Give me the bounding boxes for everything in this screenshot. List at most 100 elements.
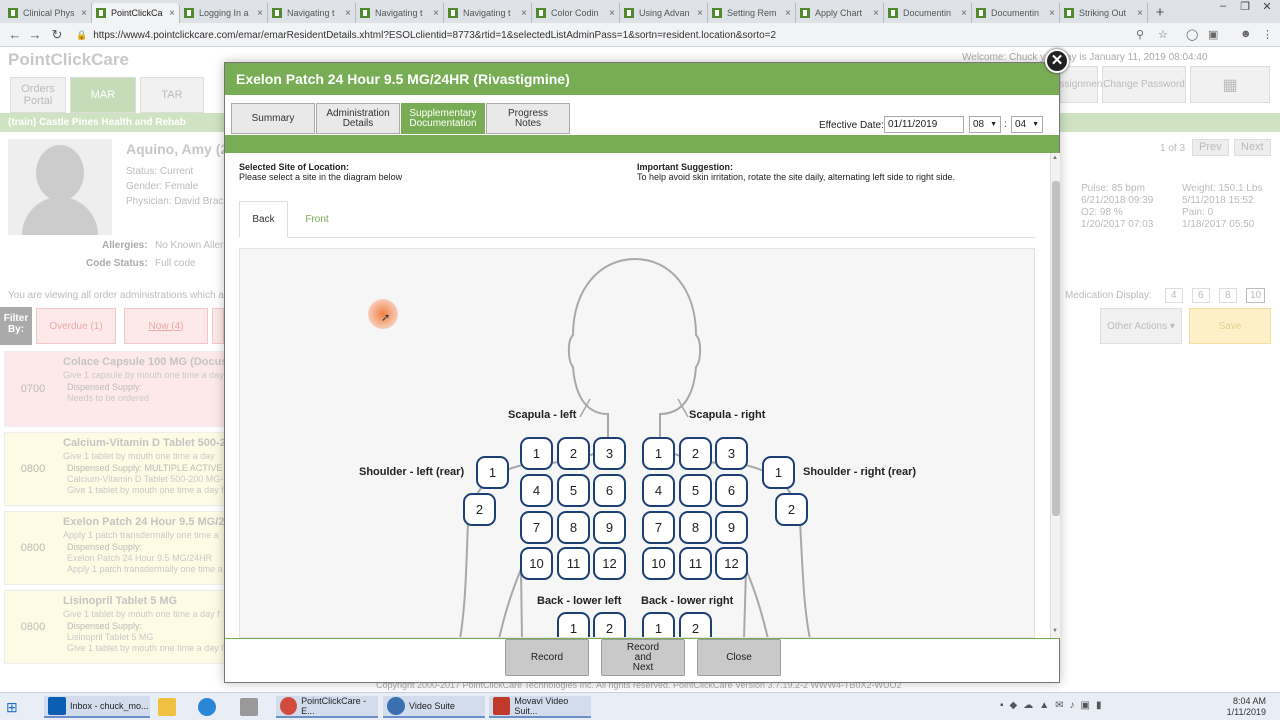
- tab-mar[interactable]: MAR: [70, 77, 136, 113]
- site-scapula-right-9[interactable]: 9: [715, 511, 748, 544]
- change-password-button[interactable]: Change Password: [1102, 66, 1186, 103]
- tab-back[interactable]: Back: [239, 201, 288, 238]
- scroll-thumb[interactable]: [1052, 181, 1060, 516]
- tab-close-icon[interactable]: ×: [873, 8, 879, 19]
- site-scapula-left-9[interactable]: 9: [593, 511, 626, 544]
- site-scapula-left-3[interactable]: 3: [593, 437, 626, 470]
- tab-close-icon[interactable]: ×: [345, 8, 351, 19]
- menu-dots-icon[interactable]: ⋮: [1262, 28, 1273, 41]
- site-scapula-right-6[interactable]: 6: [715, 474, 748, 507]
- site-shoulder-left-1[interactable]: 1: [476, 456, 509, 489]
- site-scapula-left-6[interactable]: 6: [593, 474, 626, 507]
- modal-close-icon[interactable]: ✕: [1045, 49, 1069, 73]
- system-tray-icons[interactable]: ▪◆☁▲✉♪▣▮: [1000, 700, 1107, 711]
- taskbar-movavi[interactable]: Movavi Video Suit...: [489, 696, 591, 718]
- minute-select[interactable]: 04 ▼: [1011, 116, 1043, 133]
- taskbar-app[interactable]: [236, 696, 262, 718]
- filter-button-partial[interactable]: [212, 308, 224, 344]
- hour-select[interactable]: 08 ▼: [969, 116, 1001, 133]
- med-row-colace[interactable]: 0700 Colace Capsule 100 MG (Docusate Giv…: [4, 351, 226, 427]
- browser-tab[interactable]: Documentin ×: [972, 3, 1060, 23]
- browser-tab[interactable]: Striking Out ×: [1060, 3, 1148, 23]
- other-actions-button[interactable]: Other Actions ▾: [1100, 308, 1182, 344]
- tab-close-icon[interactable]: ×: [433, 8, 439, 19]
- browser-tab[interactable]: Clinical Phys ×: [4, 3, 92, 23]
- site-lower-right-2[interactable]: 2: [679, 612, 712, 637]
- tab-front[interactable]: Front: [291, 201, 343, 238]
- new-tab-button[interactable]: +: [1148, 3, 1172, 23]
- reload-icon[interactable]: ↻: [46, 27, 68, 43]
- extension-icon[interactable]: ◯: [1186, 28, 1198, 41]
- zoom-icon[interactable]: ⚲: [1136, 28, 1144, 41]
- site-shoulder-left-2[interactable]: 2: [463, 493, 496, 526]
- tab-progress-notes[interactable]: Progress Notes: [486, 103, 570, 134]
- browser-tab[interactable]: Using Advan ×: [620, 3, 708, 23]
- help-button[interactable]: ▦: [1190, 66, 1270, 103]
- browser-tab[interactable]: Color Codin ×: [532, 3, 620, 23]
- tab-close-icon[interactable]: ×: [1049, 8, 1055, 19]
- site-scapula-left-11[interactable]: 11: [557, 547, 590, 580]
- site-shoulder-right-2[interactable]: 2: [775, 493, 808, 526]
- tab-orders-portal[interactable]: Orders Portal: [10, 77, 66, 113]
- browser-tab[interactable]: Navigating t ×: [268, 3, 356, 23]
- site-scapula-right-5[interactable]: 5: [679, 474, 712, 507]
- site-scapula-right-2[interactable]: 2: [679, 437, 712, 470]
- filter-overdue-button[interactable]: Overdue (1): [36, 308, 116, 344]
- effective-date-input[interactable]: 01/11/2019: [884, 116, 964, 133]
- browser-tab[interactable]: Setting Rem ×: [708, 3, 796, 23]
- tab-close-icon[interactable]: ×: [609, 8, 615, 19]
- taskbar-video-suite[interactable]: Video Suite: [383, 696, 485, 718]
- site-scapula-right-4[interactable]: 4: [642, 474, 675, 507]
- med-display-4[interactable]: 4: [1165, 288, 1183, 303]
- site-scapula-left-2[interactable]: 2: [557, 437, 590, 470]
- site-scapula-left-10[interactable]: 10: [520, 547, 553, 580]
- save-button[interactable]: Save: [1189, 308, 1271, 344]
- site-scapula-left-7[interactable]: 7: [520, 511, 553, 544]
- site-lower-left-1[interactable]: 1: [557, 612, 590, 637]
- site-scapula-right-3[interactable]: 3: [715, 437, 748, 470]
- modal-scrollbar[interactable]: ▲ ▼: [1050, 153, 1060, 638]
- forward-arrow-icon[interactable]: →: [24, 27, 46, 42]
- med-row-exelon[interactable]: 0800 Exelon Patch 24 Hour 9.5 MG/24H App…: [4, 511, 226, 585]
- next-button[interactable]: Next: [1234, 139, 1271, 156]
- site-lower-right-1[interactable]: 1: [642, 612, 675, 637]
- record-button[interactable]: Record: [505, 639, 589, 676]
- site-scapula-right-8[interactable]: 8: [679, 511, 712, 544]
- close-button[interactable]: Close: [697, 639, 781, 676]
- taskbar-ie[interactable]: [194, 696, 220, 718]
- taskbar-outlook[interactable]: Inbox - chuck_mo...: [44, 696, 150, 718]
- tab-tar[interactable]: TAR: [140, 77, 204, 113]
- taskbar-explorer[interactable]: [154, 696, 180, 718]
- tab-close-icon[interactable]: ×: [257, 8, 263, 19]
- tab-close-icon[interactable]: ×: [961, 8, 967, 19]
- site-scapula-left-12[interactable]: 12: [593, 547, 626, 580]
- browser-tab[interactable]: Navigating t ×: [444, 3, 532, 23]
- site-scapula-left-1[interactable]: 1: [520, 437, 553, 470]
- tab-summary[interactable]: Summary: [231, 103, 315, 134]
- site-scapula-left-8[interactable]: 8: [557, 511, 590, 544]
- site-scapula-right-12[interactable]: 12: [715, 547, 748, 580]
- taskbar-chrome[interactable]: PointClickCare - E...: [276, 696, 378, 718]
- maximize-window-icon[interactable]: ❐: [1238, 0, 1252, 13]
- med-row-calcium[interactable]: 0800 Calcium-Vitamin D Tablet 500-200 Gi…: [4, 432, 226, 506]
- record-and-next-button[interactable]: Record and Next: [601, 639, 685, 676]
- browser-tab[interactable]: Navigating t ×: [356, 3, 444, 23]
- close-window-icon[interactable]: ✕: [1260, 0, 1274, 13]
- med-display-10[interactable]: 10: [1246, 288, 1266, 303]
- profile-icon[interactable]: ☻: [1240, 28, 1252, 40]
- tab-close-icon[interactable]: ×: [1137, 8, 1143, 19]
- site-scapula-right-1[interactable]: 1: [642, 437, 675, 470]
- tab-close-icon[interactable]: ×: [521, 8, 527, 19]
- filter-now-button[interactable]: Now (4): [124, 308, 208, 344]
- site-shoulder-right-1[interactable]: 1: [762, 456, 795, 489]
- scroll-down-icon[interactable]: ▼: [1052, 628, 1058, 634]
- minimize-window-icon[interactable]: –: [1216, 0, 1230, 12]
- start-button[interactable]: ⊞: [2, 696, 40, 718]
- taskbar-clock[interactable]: 8:04 AM 1/11/2019: [1227, 696, 1266, 718]
- site-scapula-right-7[interactable]: 7: [642, 511, 675, 544]
- prev-button[interactable]: Prev: [1192, 139, 1229, 156]
- browser-tab[interactable]: Logging In a ×: [180, 3, 268, 23]
- site-scapula-right-11[interactable]: 11: [679, 547, 712, 580]
- tab-supplementary-documentation[interactable]: Supplementary Documentation: [401, 103, 485, 134]
- tab-close-icon[interactable]: ×: [785, 8, 791, 19]
